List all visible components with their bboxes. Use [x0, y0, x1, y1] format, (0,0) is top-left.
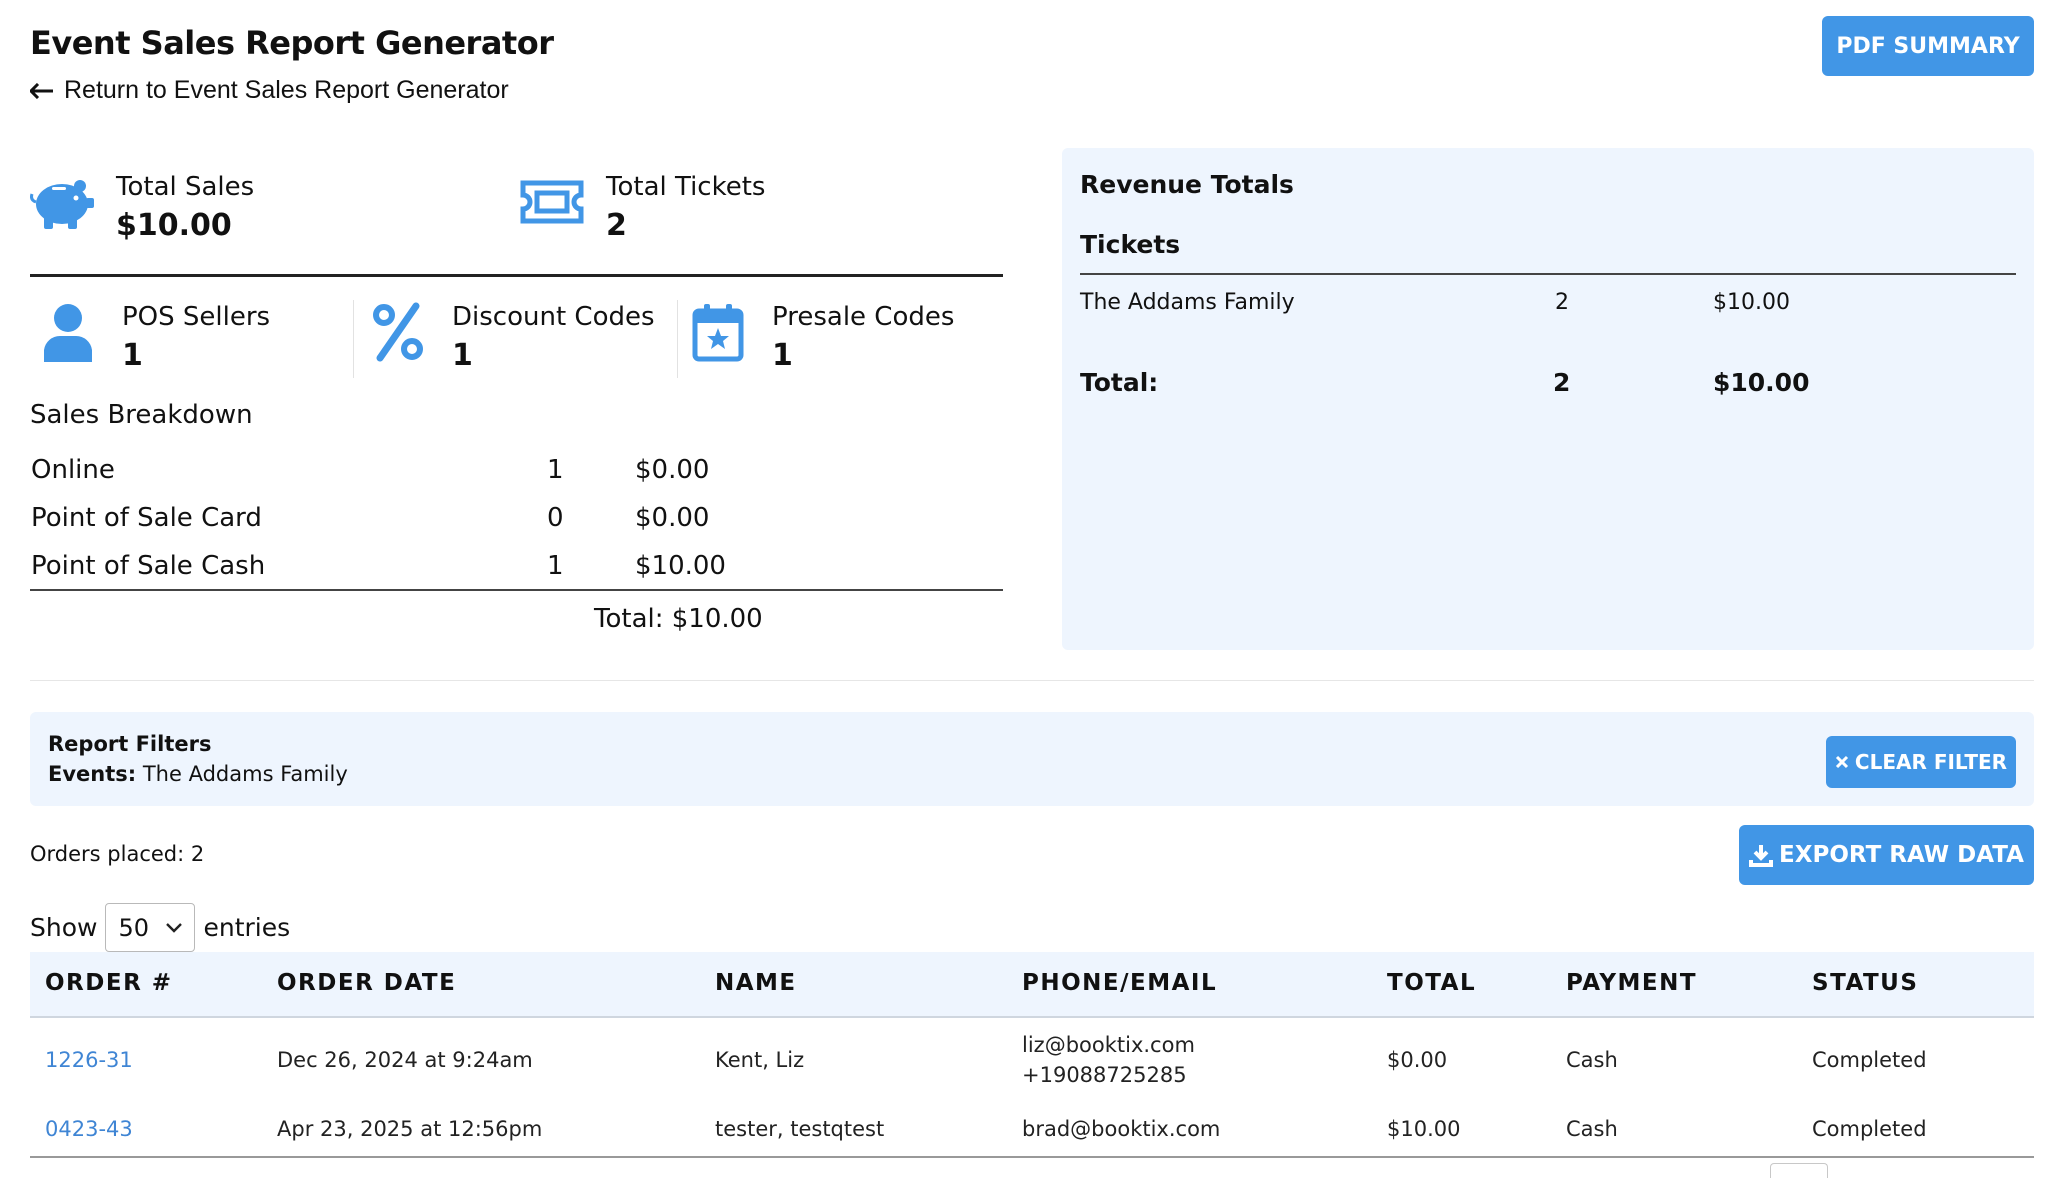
order-status: Completed — [1812, 1117, 1927, 1141]
breakdown-name: Online — [31, 455, 115, 485]
order-payment: Cash — [1566, 1048, 1618, 1072]
order-number-link[interactable]: 0423-43 — [45, 1117, 133, 1141]
column-header-status[interactable]: STATUS — [1812, 970, 1918, 996]
clear-filter-button[interactable]: CLEAR FILTER — [1826, 736, 2016, 788]
stat-separator — [677, 300, 678, 378]
column-header-order-date[interactable]: ORDER DATE — [277, 970, 456, 996]
order-total: $10.00 — [1387, 1117, 1461, 1141]
order-name: Kent, Liz — [715, 1048, 805, 1072]
order-email: brad@booktix.com — [1022, 1117, 1221, 1141]
revenue-totals-panel — [1062, 148, 2034, 650]
revenue-total-label: Total: — [1080, 368, 1159, 397]
entries-control: Show 50 entries — [30, 903, 290, 952]
entries-label: entries — [203, 913, 291, 942]
stats-divider — [30, 274, 1003, 277]
export-raw-data-button[interactable]: EXPORT RAW DATA — [1739, 825, 2034, 885]
presale-codes-value: 1 — [772, 338, 793, 373]
column-header-payment[interactable]: PAYMENT — [1566, 970, 1697, 996]
pos-sellers-value: 1 — [122, 338, 143, 373]
order-payment: Cash — [1566, 1117, 1618, 1141]
breakdown-divider — [30, 589, 1003, 591]
piggy-bank-icon — [30, 170, 94, 234]
breakdown-row: Point of Sale Cash 1 $10.00 — [31, 551, 1003, 599]
breakdown-name: Point of Sale Cash — [31, 551, 266, 581]
order-phone: +19088725285 — [1022, 1063, 1187, 1087]
clear-filter-label: CLEAR FILTER — [1854, 750, 2008, 774]
revenue-item-count: 2 — [1555, 290, 1569, 315]
order-total: $0.00 — [1387, 1048, 1448, 1072]
breakdown-count: 1 — [547, 551, 564, 581]
breakdown-count: 1 — [547, 455, 564, 485]
total-tickets-value: 2 — [606, 208, 627, 243]
percent-icon — [366, 300, 430, 364]
column-header-order[interactable]: ORDER # — [45, 970, 173, 996]
calendar-star-icon — [686, 300, 750, 364]
breakdown-row: Point of Sale Card 0 $0.00 — [31, 503, 1003, 551]
order-date: Apr 23, 2025 at 12:56pm — [277, 1117, 543, 1141]
report-filters-panel — [30, 712, 2034, 806]
pdf-summary-button[interactable]: PDF SUMMARY — [1822, 16, 2034, 76]
order-date: Dec 26, 2024 at 9:24am — [277, 1048, 533, 1072]
breakdown-name: Point of Sale Card — [31, 503, 262, 533]
stat-pos-sellers: POS Sellers 1 — [36, 300, 270, 373]
entries-select[interactable]: 50 — [105, 903, 196, 952]
revenue-item-name: The Addams Family — [1080, 290, 1295, 315]
order-name: tester, testqtest — [715, 1117, 885, 1141]
revenue-total-amount: $10.00 — [1713, 368, 1810, 397]
discount-codes-label: Discount Codes — [452, 302, 655, 332]
discount-codes-value: 1 — [452, 338, 473, 373]
section-divider — [30, 680, 2034, 681]
breakdown-amount: $10.00 — [635, 551, 726, 581]
order-email: liz@booktix.com — [1022, 1033, 1195, 1057]
table-bottom-border — [30, 1156, 2034, 1158]
total-sales-label: Total Sales — [116, 172, 255, 202]
column-header-name[interactable]: NAME — [715, 970, 797, 996]
revenue-item-amount: $10.00 — [1713, 290, 1790, 315]
pagination-button[interactable] — [1770, 1163, 1828, 1178]
breakdown-count: 0 — [547, 503, 564, 533]
presale-codes-label: Presale Codes — [772, 302, 955, 332]
breakdown-amount: $0.00 — [635, 503, 710, 533]
revenue-totals-title: Revenue Totals — [1080, 170, 1294, 199]
stat-total-sales: Total Sales $10.00 — [30, 170, 254, 243]
export-raw-data-label: EXPORT RAW DATA — [1779, 842, 2024, 868]
filter-events-value: The Addams Family — [142, 762, 348, 786]
pos-sellers-label: POS Sellers — [122, 302, 271, 332]
revenue-total-count: 2 — [1553, 368, 1571, 397]
back-link[interactable]: Return to Event Sales Report Generator — [30, 76, 509, 105]
breakdown-row: Online 1 $0.00 — [31, 455, 1003, 503]
revenue-tickets-heading: Tickets — [1080, 230, 1181, 259]
orders-placed-count: Orders placed: 2 — [30, 842, 205, 866]
page-title: Event Sales Report Generator — [30, 24, 554, 62]
order-number-link[interactable]: 1226-31 — [45, 1048, 133, 1072]
stat-presale-codes: Presale Codes 1 — [686, 300, 954, 373]
stat-total-tickets: Total Tickets 2 — [520, 170, 765, 243]
filter-events-label: Events: — [48, 762, 137, 786]
total-tickets-label: Total Tickets — [606, 172, 766, 202]
back-link-label: Return to Event Sales Report Generator — [64, 76, 509, 104]
column-header-phone-email[interactable]: PHONE/EMAIL — [1022, 970, 1217, 996]
close-icon — [1835, 755, 1848, 769]
entries-value: 50 — [118, 913, 150, 942]
user-icon — [36, 300, 100, 364]
ticket-icon — [520, 170, 584, 234]
chevron-down-icon — [166, 922, 183, 933]
show-label: Show — [30, 913, 98, 942]
breakdown-amount: $0.00 — [635, 455, 710, 485]
sales-breakdown-title: Sales Breakdown — [30, 400, 253, 430]
download-icon — [1749, 845, 1774, 867]
filter-events: Events: The Addams Family — [48, 762, 348, 786]
stat-separator — [353, 300, 354, 378]
revenue-divider — [1080, 273, 2016, 275]
total-sales-value: $10.00 — [116, 208, 232, 243]
breakdown-total: Total: $10.00 — [594, 604, 763, 634]
column-header-total[interactable]: TOTAL — [1387, 970, 1476, 996]
report-filters-title: Report Filters — [48, 732, 212, 756]
order-status: Completed — [1812, 1048, 1927, 1072]
arrow-left-icon — [30, 82, 53, 99]
stat-discount-codes: Discount Codes 1 — [366, 300, 655, 373]
